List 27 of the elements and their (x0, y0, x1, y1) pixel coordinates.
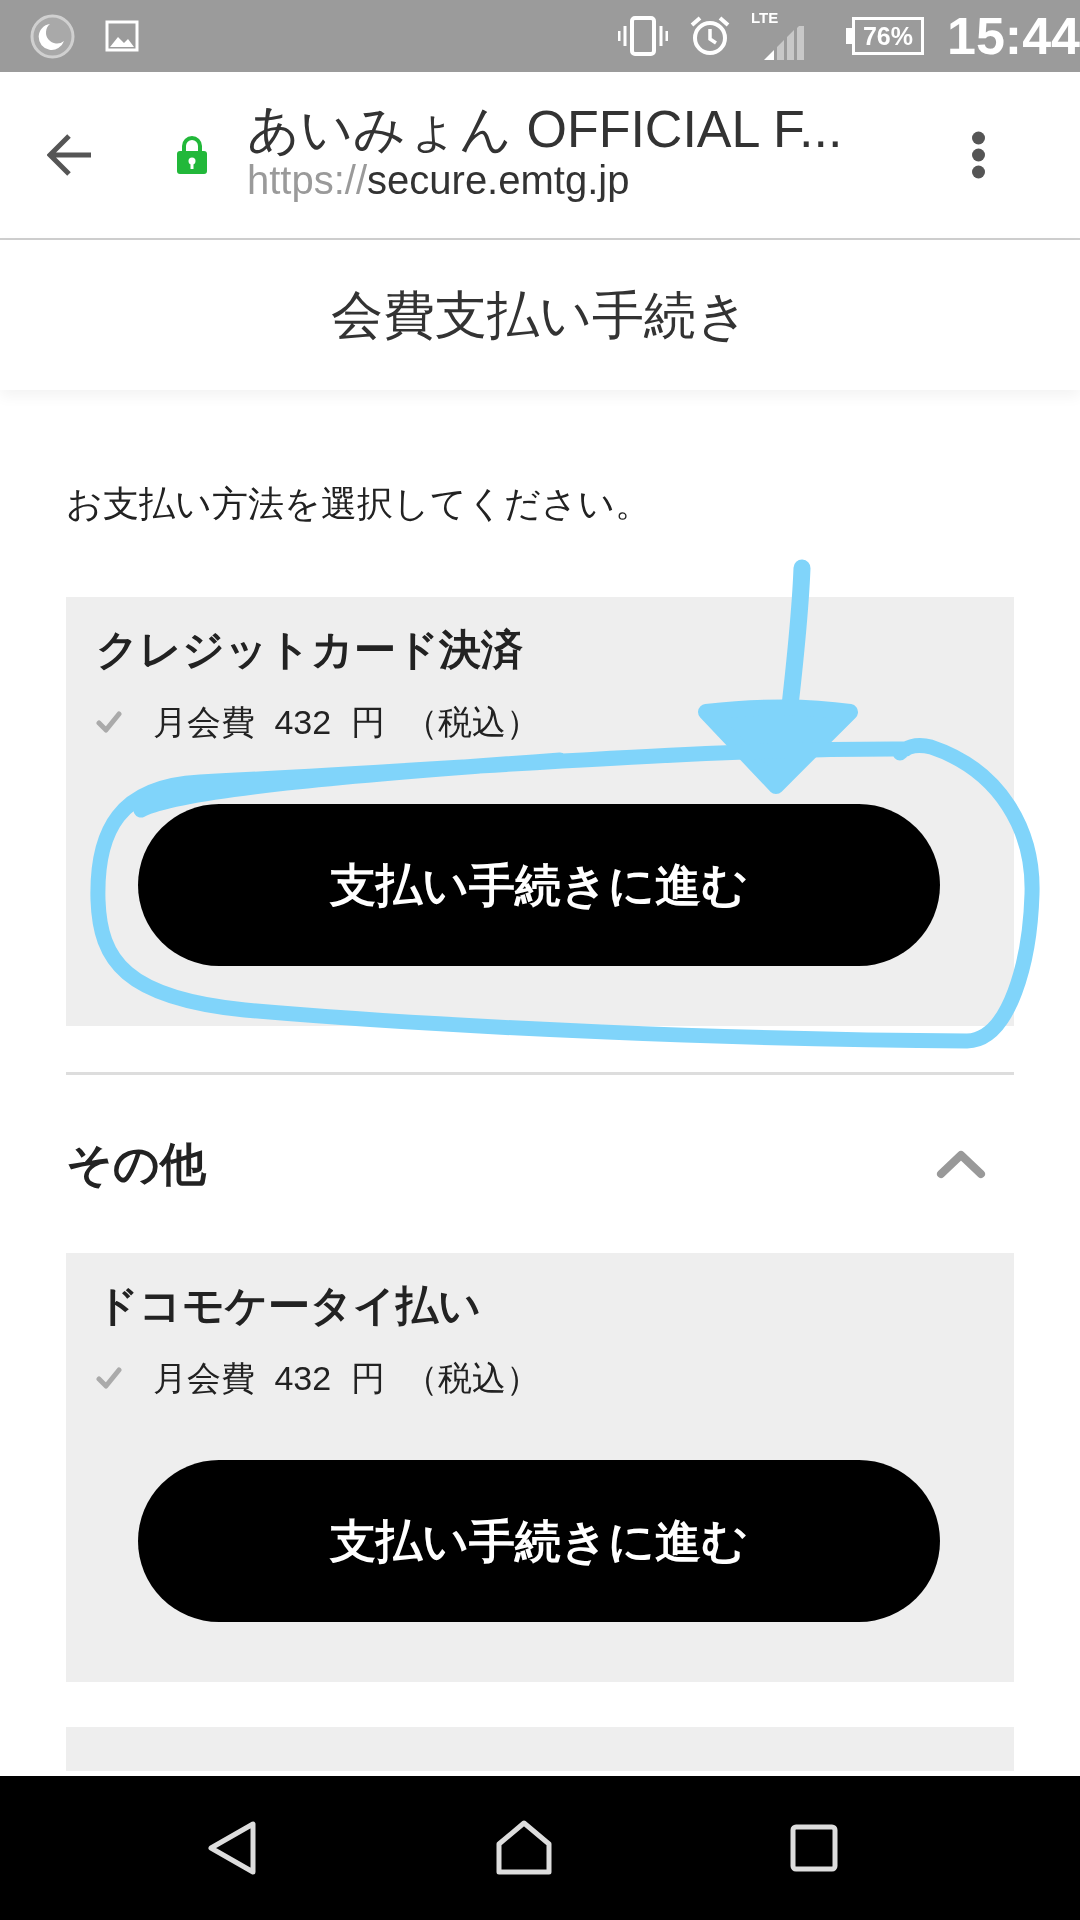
check-icon (96, 1367, 122, 1389)
clock-time: 15:44 (947, 6, 1080, 66)
vibrate-icon (617, 16, 668, 56)
proceed-payment-button[interactable]: 支払い手続きに進む (138, 1460, 940, 1622)
url-text[interactable]: https://secure.emtg.jp (247, 157, 843, 202)
page-heading: 会費支払い手続き (331, 285, 749, 346)
home-icon[interactable] (495, 1820, 553, 1876)
menu-icon[interactable] (970, 131, 987, 179)
network-type-label: LTE (750, 10, 779, 26)
alarm-clock-icon (689, 16, 730, 56)
section-title: その他 (66, 1137, 206, 1192)
check-icon (96, 711, 122, 733)
back-arrow-icon[interactable] (47, 132, 93, 178)
payment-method-title: ドコモケータイ払い (95, 1281, 482, 1331)
recent-apps-icon[interactable] (790, 1824, 838, 1872)
moon-icon (30, 13, 75, 59)
instruction-text: お支払い方法を選択してください。 (66, 482, 652, 526)
lock-icon (177, 136, 207, 174)
chevron-icon[interactable] (936, 1149, 986, 1179)
monthly-fee-text: 月会費 432 円 （税込） (153, 702, 541, 743)
monthly-fee-text: 月会費 432 円 （税込） (153, 1358, 541, 1399)
back-icon[interactable] (207, 1820, 257, 1876)
payment-method-title: クレジットカード決済 (95, 625, 524, 675)
battery-indicator: 76% (845, 17, 924, 55)
page-title: あいみょん OFFICIAL F... (247, 99, 843, 158)
image-icon (105, 20, 139, 52)
proceed-payment-button[interactable]: 支払い手続きに進む (138, 804, 940, 966)
